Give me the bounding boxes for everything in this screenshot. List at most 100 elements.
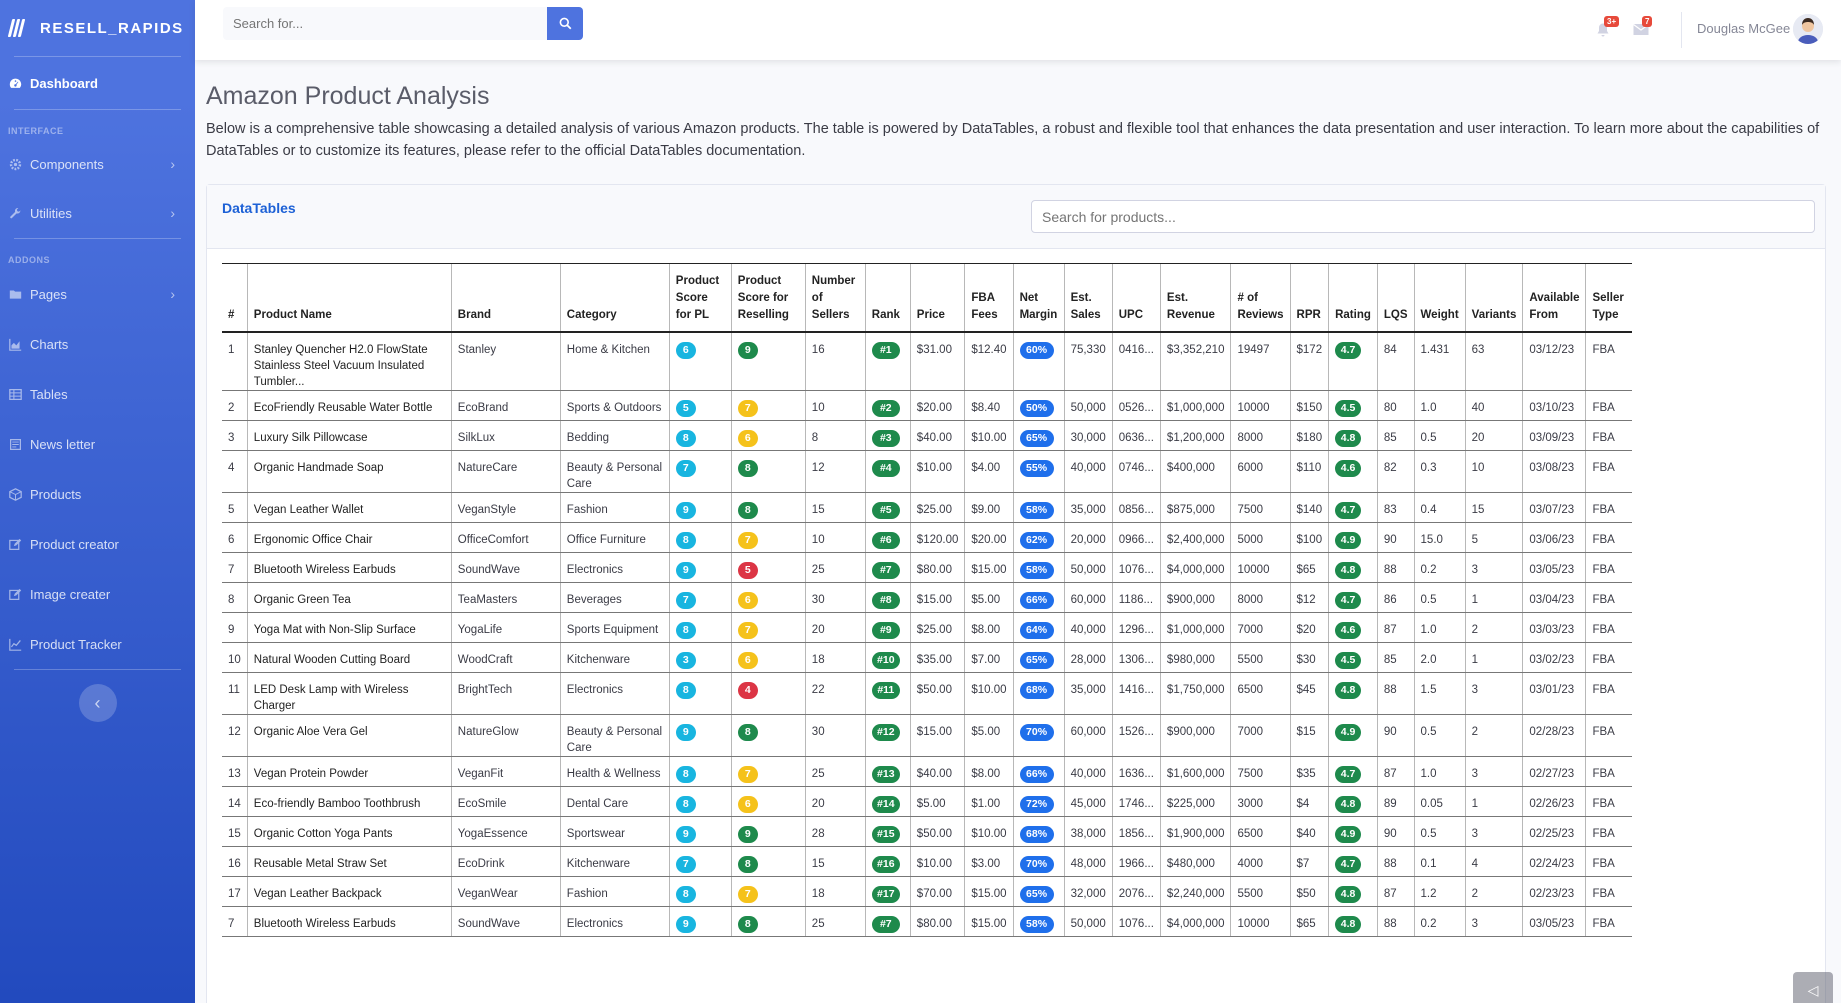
table-cell: 5 [1464, 522, 1523, 553]
sidebar-item-product-creator[interactable]: Product creator [0, 519, 195, 569]
product-search-input[interactable] [1031, 200, 1815, 233]
user-name[interactable]: Douglas McGee [1697, 21, 1790, 36]
column-header[interactable]: Seller Type [1585, 263, 1632, 333]
column-header[interactable]: Rating [1328, 263, 1378, 333]
table-cell: FBA [1585, 390, 1632, 421]
brand-link[interactable]: RESELL_RAPIDS [0, 0, 195, 56]
messages-button[interactable]: 7 [1633, 16, 1655, 40]
table-row[interactable]: 9 Yoga Mat with Non-Slip Surface YogaLife S… [222, 612, 1632, 643]
column-header[interactable]: Available From [1522, 263, 1586, 333]
table-row[interactable]: 15 Organic Cotton Yoga Pants YogaEssence Sp… [222, 816, 1632, 847]
table-header-row: # Product Name Brand Category Product Score … [222, 263, 1632, 333]
table-cell: Electronics [559, 672, 670, 715]
sidebar-item-product-tracker[interactable]: Product Tracker [0, 619, 195, 669]
table-cell: OfficeComfort [450, 522, 561, 553]
table-row[interactable]: 5 Vegan Leather Wallet VeganStyle Fashion 9 8… [222, 492, 1632, 523]
sidebar-item-utilities[interactable]: Utilities › [0, 188, 195, 238]
scroll-to-top-button[interactable]: ◁ [1793, 972, 1833, 1003]
table-cell: 40,000 [1063, 756, 1113, 787]
table-cell: 10000 [1230, 552, 1291, 583]
sidebar-item-image-creater[interactable]: Image creater [0, 569, 195, 619]
table-row[interactable]: 14 Eco-friendly Bamboo Toothbrush EcoSmile… [222, 786, 1632, 817]
table-row[interactable]: 10 Natural Wooden Cutting Board WoodCraft K… [222, 642, 1632, 673]
sidebar-item-pages[interactable]: Pages › [0, 269, 195, 319]
table-row[interactable]: 1 Stanley Quencher H2.0 FlowState Stainle… [222, 331, 1632, 391]
sidebar-item-tables[interactable]: Tables [0, 369, 195, 419]
table-cell: 0.5 [1413, 816, 1466, 847]
column-header[interactable]: Variants [1464, 263, 1523, 333]
table-cell: $1.00 [964, 786, 1014, 817]
table-row[interactable]: 6 Ergonomic Office Chair OfficeComfort Offi… [222, 522, 1632, 553]
column-header[interactable]: Number of Sellers [804, 263, 866, 333]
table-cell: #1 [864, 331, 911, 391]
table-cell: 03/02/23 [1522, 642, 1586, 673]
table-row[interactable]: 8 Organic Green Tea TeaMasters Beverages 7 6 3… [222, 582, 1632, 613]
table-row[interactable]: 11 LED Desk Lamp with Wireless Charger Bri… [222, 672, 1632, 715]
column-header[interactable]: Brand [450, 263, 561, 333]
sidebar-item-charts[interactable]: Charts [0, 319, 195, 369]
table-row[interactable]: 7 Bluetooth Wireless Earbuds SoundWave Elec… [222, 906, 1632, 937]
column-header[interactable]: Product Name [246, 263, 452, 333]
sidebar-item-components[interactable]: Components › [0, 140, 195, 188]
table-row[interactable]: 16 Reusable Metal Straw Set EcoDrink Kitche… [222, 846, 1632, 877]
sidebar-toggle-button[interactable]: ‹ [78, 684, 117, 722]
table-cell: Stanley Quencher H2.0 FlowState Stainles… [246, 331, 452, 391]
sidebar-item-products[interactable]: Products [0, 469, 195, 519]
column-header[interactable]: UPC [1111, 263, 1161, 333]
column-header[interactable]: Category [559, 263, 670, 333]
column-header[interactable]: Weight [1413, 263, 1466, 333]
table-row[interactable]: 4 Organic Handmade Soap NatureCare Beauty &… [222, 450, 1632, 493]
column-header[interactable]: LQS [1376, 263, 1415, 333]
column-header[interactable]: FBA Fees [964, 263, 1014, 333]
column-header[interactable]: Est. Sales [1063, 263, 1113, 333]
table-row[interactable]: 7 Bluetooth Wireless Earbuds SoundWave Elec… [222, 552, 1632, 583]
column-header[interactable]: # [222, 263, 248, 333]
table-row[interactable]: 13 Vegan Protein Powder VeganFit Health & W… [222, 756, 1632, 787]
table-cell: 10000 [1230, 906, 1291, 937]
sidebar-item-label: Product Tracker [30, 636, 122, 652]
table-cell: #10 [864, 642, 911, 673]
table-cell: 4.8 [1328, 552, 1378, 583]
sidebar-item-dashboard[interactable]: Dashboard [0, 57, 195, 109]
score-badge: 65% [1019, 429, 1054, 447]
topbar-search-button[interactable] [547, 7, 583, 40]
score-badge: #13 [871, 765, 900, 783]
table-cell: 4 [222, 450, 248, 493]
column-header[interactable]: Net Margin [1012, 263, 1065, 333]
table-cell: 4.9 [1328, 714, 1378, 757]
sidebar-item-newsletter[interactable]: News letter [0, 419, 195, 469]
score-badge: #17 [871, 885, 900, 903]
table-cell: 70% [1012, 846, 1065, 877]
column-header[interactable]: Price [909, 263, 965, 333]
score-badge: 8 [675, 765, 696, 783]
score-badge: #6 [871, 531, 900, 549]
table-cell: 9 [222, 612, 248, 643]
column-header[interactable]: Product Score for Reselling [730, 263, 806, 333]
column-header[interactable]: Product Score for PL [668, 263, 732, 333]
table-row[interactable]: 17 Vegan Leather Backpack VeganWear Fashion… [222, 876, 1632, 907]
column-header[interactable]: Est. Revenue [1159, 263, 1231, 333]
table-cell: FBA [1585, 420, 1632, 451]
table-cell: $10.00 [964, 816, 1014, 847]
page-description: Below is a comprehensive table showcasin… [206, 121, 1820, 159]
score-badge: 55% [1019, 459, 1054, 477]
table-row[interactable]: 2 EcoFriendly Reusable Water Bottle EcoBra… [222, 390, 1632, 421]
table-cell: Eco-friendly Bamboo Toothbrush [246, 786, 452, 817]
column-header[interactable]: Rank [864, 263, 911, 333]
table-row[interactable]: 12 Organic Aloe Vera Gel NatureGlow Beauty … [222, 714, 1632, 757]
table-cell: 25 [804, 906, 866, 937]
table-cell: $15.00 [909, 582, 965, 613]
table-cell: 50,000 [1063, 906, 1113, 937]
topbar-divider [1681, 12, 1682, 48]
table-cell: $1,600,000 [1159, 756, 1231, 787]
table-cell: 03/07/23 [1522, 492, 1586, 523]
table-cell: $4,000,000 [1159, 906, 1231, 937]
column-header[interactable]: RPR [1289, 263, 1329, 333]
alerts-button[interactable]: 3+ [1595, 16, 1620, 40]
topbar-search-input[interactable] [223, 7, 547, 40]
table-cell: VeganWear [450, 876, 561, 907]
table-cell: 02/25/23 [1522, 816, 1586, 847]
table-row[interactable]: 3 Luxury Silk Pillowcase SilkLux Bedding 8 6 8… [222, 420, 1632, 451]
column-header[interactable]: # of Reviews [1230, 263, 1291, 333]
avatar[interactable] [1793, 14, 1823, 44]
